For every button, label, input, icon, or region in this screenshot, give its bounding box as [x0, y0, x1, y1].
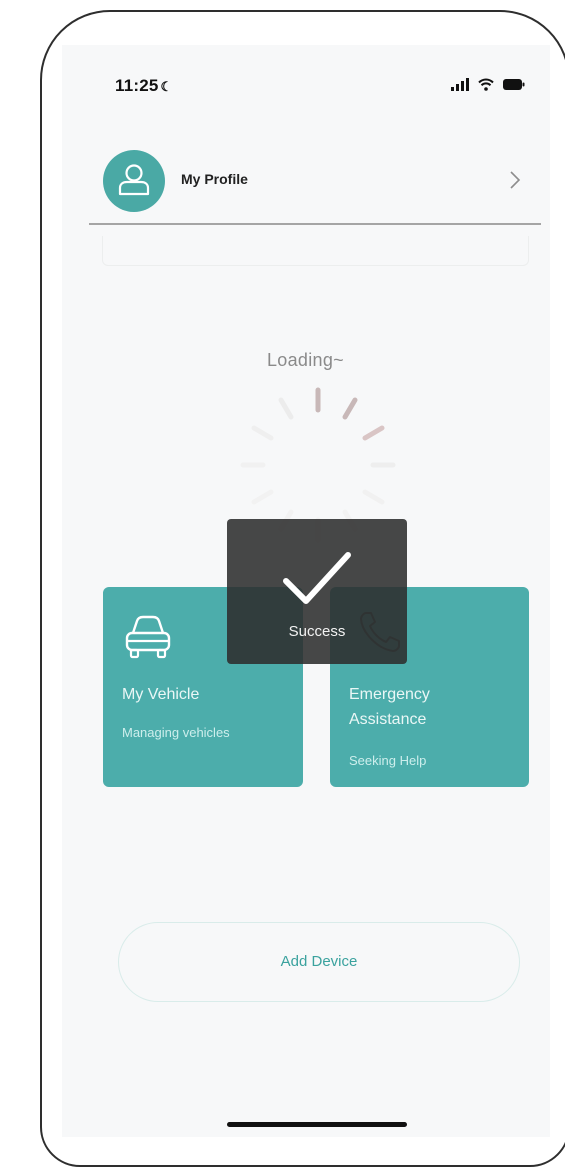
profile-label[interactable]: My Profile [181, 171, 248, 187]
checkmark-icon [283, 552, 351, 604]
add-device-label: Add Device [280, 953, 358, 970]
card-title: My Vehicle [122, 686, 200, 703]
battery-icon [503, 79, 525, 90]
card-subtitle: Managing vehicles [122, 725, 230, 740]
signal-icon [451, 78, 469, 91]
home-indicator[interactable] [227, 1122, 407, 1127]
placeholder-panel [102, 236, 529, 266]
card-title-line1: Emergency [349, 686, 430, 703]
avatar[interactable] [103, 150, 165, 212]
success-toast: Success [227, 519, 407, 664]
moon-icon: ☾ [160, 79, 173, 94]
wifi-icon [478, 78, 494, 91]
profile-divider [89, 223, 541, 225]
user-icon [118, 164, 150, 196]
chevron-right-icon[interactable] [508, 169, 522, 191]
card-title-line2: Assistance [349, 711, 427, 728]
status-icons [451, 78, 525, 91]
status-bar: 11:25 ☾ [115, 74, 525, 100]
car-icon [125, 615, 171, 659]
status-time-text: 11:25 [115, 76, 159, 95]
profile-row[interactable]: My Profile [103, 150, 535, 212]
status-time: 11:25 ☾ [115, 76, 172, 96]
loading-text: Loading~ [267, 350, 344, 370]
add-device-button[interactable]: Add Device [118, 922, 520, 1002]
toast-message: Success [288, 623, 346, 640]
card-subtitle: Seeking Help [349, 753, 427, 768]
